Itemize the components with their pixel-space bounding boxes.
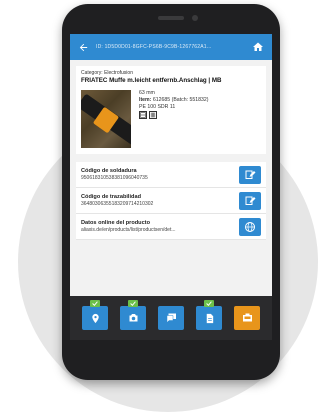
app-screen: ID: 1D5D0D01-8GFC-PS6B-9C9B-1267762A1...… [70, 34, 272, 340]
phone-camera [192, 15, 198, 21]
camera-icon [129, 314, 137, 322]
edit-traceability-code-button[interactable] [239, 191, 261, 210]
bottom-nav-bar [70, 296, 272, 340]
check-badge [128, 300, 138, 307]
product-size: 63 mm [139, 90, 155, 96]
home-icon [253, 42, 263, 51]
product-card: Category: Electrofusion FRIATEC Muffe m.… [76, 66, 266, 154]
nav-item-camera [120, 300, 146, 330]
edit-icon [245, 196, 256, 205]
document-icon [206, 313, 213, 323]
product-item: Item: 612685 (Batch: 551832) [139, 97, 209, 104]
info-row-online-data: Datos online del producto aliaxis.de/en/… [76, 214, 266, 240]
item-label: Item: [139, 96, 152, 103]
info-label: Código de soldadura [81, 168, 137, 174]
home-button[interactable] [250, 40, 266, 54]
info-value: 36480306355183209714210302 [81, 201, 154, 207]
info-label: Datos online del producto [81, 220, 150, 226]
info-list: Código de soldadura 95061831053838109604… [76, 162, 266, 240]
product-specs: 63 mm Item: 612685 (Batch: 551832) PE 10… [139, 90, 209, 148]
comments-button[interactable] [158, 306, 184, 330]
product-photo [81, 90, 131, 148]
phone-speaker [158, 16, 184, 20]
spec-icons [139, 111, 209, 120]
open-online-data-button[interactable] [239, 217, 261, 236]
phone-bezel-bottom [70, 344, 272, 372]
top-app-bar: ID: 1D5D0D01-8GFC-PS6B-9C9B-1267762A1... [70, 34, 272, 60]
product-category: Category: Electrofusion [81, 70, 133, 76]
arrow-left-icon [79, 43, 87, 51]
record-id-title: ID: 1D5D0D01-8GFC-PS6B-9C9B-1267762A1... [96, 44, 212, 50]
product-title: FRIATEC Muffe m.leicht entfernb.Anschlag… [81, 77, 222, 84]
barcode-icon [149, 111, 157, 120]
phone-device: ID: 1D5D0D01-8GFC-PS6B-9C9B-1267762A1...… [62, 4, 280, 380]
info-label: Código de trazabilidad [81, 194, 141, 200]
globe-icon [245, 221, 255, 232]
info-row-traceability-code: Código de trazabilidad 36480306355183209… [76, 188, 266, 214]
nav-item-location [82, 300, 108, 330]
nav-item-documents [196, 300, 222, 330]
product-details: 63 mm Item: 612685 (Batch: 551832) PE 10… [81, 90, 261, 148]
nav-item-machine [234, 306, 260, 330]
camera-button[interactable] [120, 306, 146, 330]
info-row-welding-code: Código de soldadura 95061831053838109604… [76, 162, 266, 188]
info-text: Código de soldadura 95061831053838109604… [81, 168, 239, 181]
item-value: 612685 (Batch: 551832) [151, 96, 209, 103]
location-button[interactable] [82, 306, 108, 330]
nav-item-comments [158, 306, 184, 330]
chat-icon [166, 313, 176, 324]
info-text: Datos online del producto aliaxis.de/en/… [81, 220, 239, 233]
info-text: Código de trazabilidad 36480306355183209… [81, 194, 239, 207]
edit-welding-code-button[interactable] [239, 165, 261, 184]
scan-icon [139, 111, 147, 120]
edit-icon [245, 170, 256, 179]
check-badge [204, 300, 214, 307]
back-button[interactable] [76, 40, 90, 54]
map-pin-icon [91, 313, 99, 323]
info-value: 95061831053838109604073​5 [81, 175, 148, 181]
product-material: PE 100 SDR 11 [139, 103, 176, 110]
welding-machine-icon [242, 313, 252, 322]
info-value: aliaxis.de/en/products/list/productsen/d… [81, 227, 176, 233]
check-badge [90, 300, 100, 307]
documents-button[interactable] [196, 306, 222, 330]
welding-machine-button[interactable] [234, 306, 260, 330]
